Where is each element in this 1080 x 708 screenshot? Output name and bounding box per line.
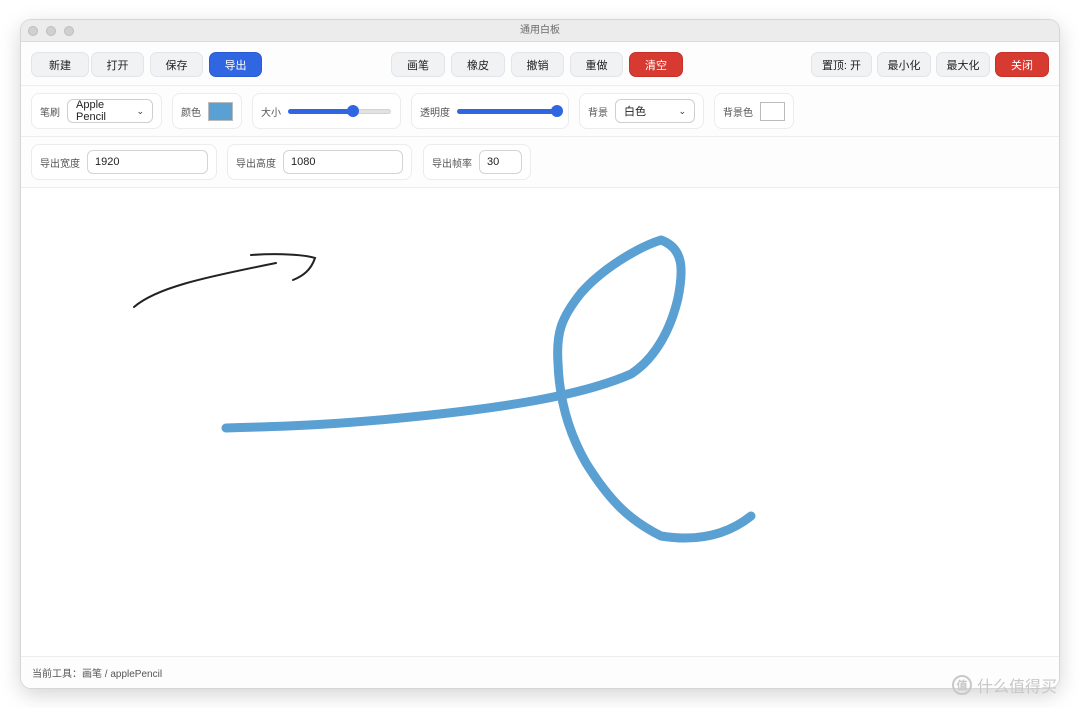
zoom-dot-icon[interactable] [64, 26, 74, 36]
color-label: 颜色 [181, 107, 201, 119]
color-swatch[interactable] [208, 101, 233, 121]
export-fps-group: 导出帧率 30 [423, 144, 531, 180]
main-toolbar: 新建 打开 保存 导出 画笔 橡皮 撤销 重做 清空 置顶: 开 最小化 最大化… [21, 42, 1059, 86]
brush-settings-row: 笔刷 Apple Pencil ⌄ 颜色 大小 透明度 背景 白色 ⌄ 背景色 [21, 86, 1059, 137]
bgcolor-group: 背景色 [714, 93, 794, 129]
watermark-logo-icon: 值 [952, 675, 972, 695]
watermark: 值 什么值得买 [952, 673, 1057, 697]
brush-select[interactable]: Apple Pencil ⌄ [67, 99, 153, 123]
minimize-button[interactable]: 最小化 [877, 52, 931, 77]
save-button[interactable]: 保存 [150, 52, 203, 77]
brush-label: 笔刷 [40, 107, 60, 119]
opacity-label: 透明度 [420, 107, 450, 119]
undo-button[interactable]: 撤销 [511, 52, 564, 77]
export-width-group: 导出宽度 1920 [31, 144, 217, 180]
brush-group: 笔刷 Apple Pencil ⌄ [31, 93, 162, 129]
pin-toggle-button[interactable]: 置顶: 开 [811, 52, 872, 77]
export-height-group: 导出高度 1080 [227, 144, 412, 180]
black-ink-stroke [133, 253, 317, 308]
canvas-drawing [133, 235, 756, 543]
clear-button[interactable]: 清空 [629, 52, 683, 77]
background-select-value: 白色 [624, 106, 646, 118]
drawing-canvas[interactable] [21, 188, 1059, 656]
size-group: 大小 [252, 93, 401, 129]
redo-button[interactable]: 重做 [570, 52, 623, 77]
size-label: 大小 [261, 107, 281, 119]
size-slider-fill [288, 109, 353, 114]
eraser-button[interactable]: 橡皮 [451, 52, 505, 77]
watermark-text: 什么值得买 [977, 679, 1058, 696]
chevron-down-icon: ⌄ [678, 105, 686, 116]
brush-select-value: Apple Pencil [76, 99, 106, 123]
export-fps-label: 导出帧率 [432, 158, 472, 170]
blue-ink-stroke [221, 235, 756, 543]
export-settings-row: 导出宽度 1920 导出高度 1080 导出帧率 30 [21, 137, 1059, 188]
bgcolor-label: 背景色 [723, 107, 753, 119]
chevron-down-icon: ⌄ [136, 105, 144, 116]
opacity-slider-fill [457, 109, 557, 114]
export-height-label: 导出高度 [236, 158, 276, 170]
size-slider[interactable] [288, 104, 391, 118]
opacity-group: 透明度 [411, 93, 569, 129]
size-slider-thumb[interactable] [346, 105, 359, 117]
background-select[interactable]: 白色 ⌄ [615, 99, 695, 123]
maximize-button[interactable]: 最大化 [936, 52, 990, 77]
window-title: 通用白板 [520, 25, 560, 36]
window-controls [28, 26, 74, 36]
background-group: 背景 白色 ⌄ [579, 93, 704, 129]
opacity-slider-thumb[interactable] [550, 105, 563, 117]
new-button[interactable]: 新建 [31, 52, 89, 77]
opacity-slider[interactable] [457, 104, 563, 118]
close-button[interactable]: 关闭 [995, 52, 1049, 77]
status-bar: 当前工具：画笔 / applePencil [21, 656, 1059, 688]
color-group: 颜色 [172, 93, 242, 129]
bgcolor-swatch[interactable] [760, 101, 785, 121]
export-width-input[interactable]: 1920 [87, 150, 208, 174]
minimize-dot-icon[interactable] [46, 26, 56, 36]
export-button[interactable]: 导出 [209, 52, 262, 77]
background-label: 背景 [588, 107, 608, 119]
close-dot-icon[interactable] [28, 26, 38, 36]
open-button[interactable]: 打开 [91, 52, 144, 77]
app-window: 通用白板 新建 打开 保存 导出 画笔 橡皮 撤销 重做 清空 置顶: 开 最小… [21, 20, 1059, 688]
export-width-label: 导出宽度 [40, 158, 80, 170]
titlebar: 通用白板 [21, 20, 1059, 42]
export-height-input[interactable]: 1080 [283, 150, 403, 174]
status-text: 当前工具：画笔 / applePencil [32, 669, 163, 680]
export-fps-input[interactable]: 30 [479, 150, 522, 174]
pen-button[interactable]: 画笔 [391, 52, 445, 77]
